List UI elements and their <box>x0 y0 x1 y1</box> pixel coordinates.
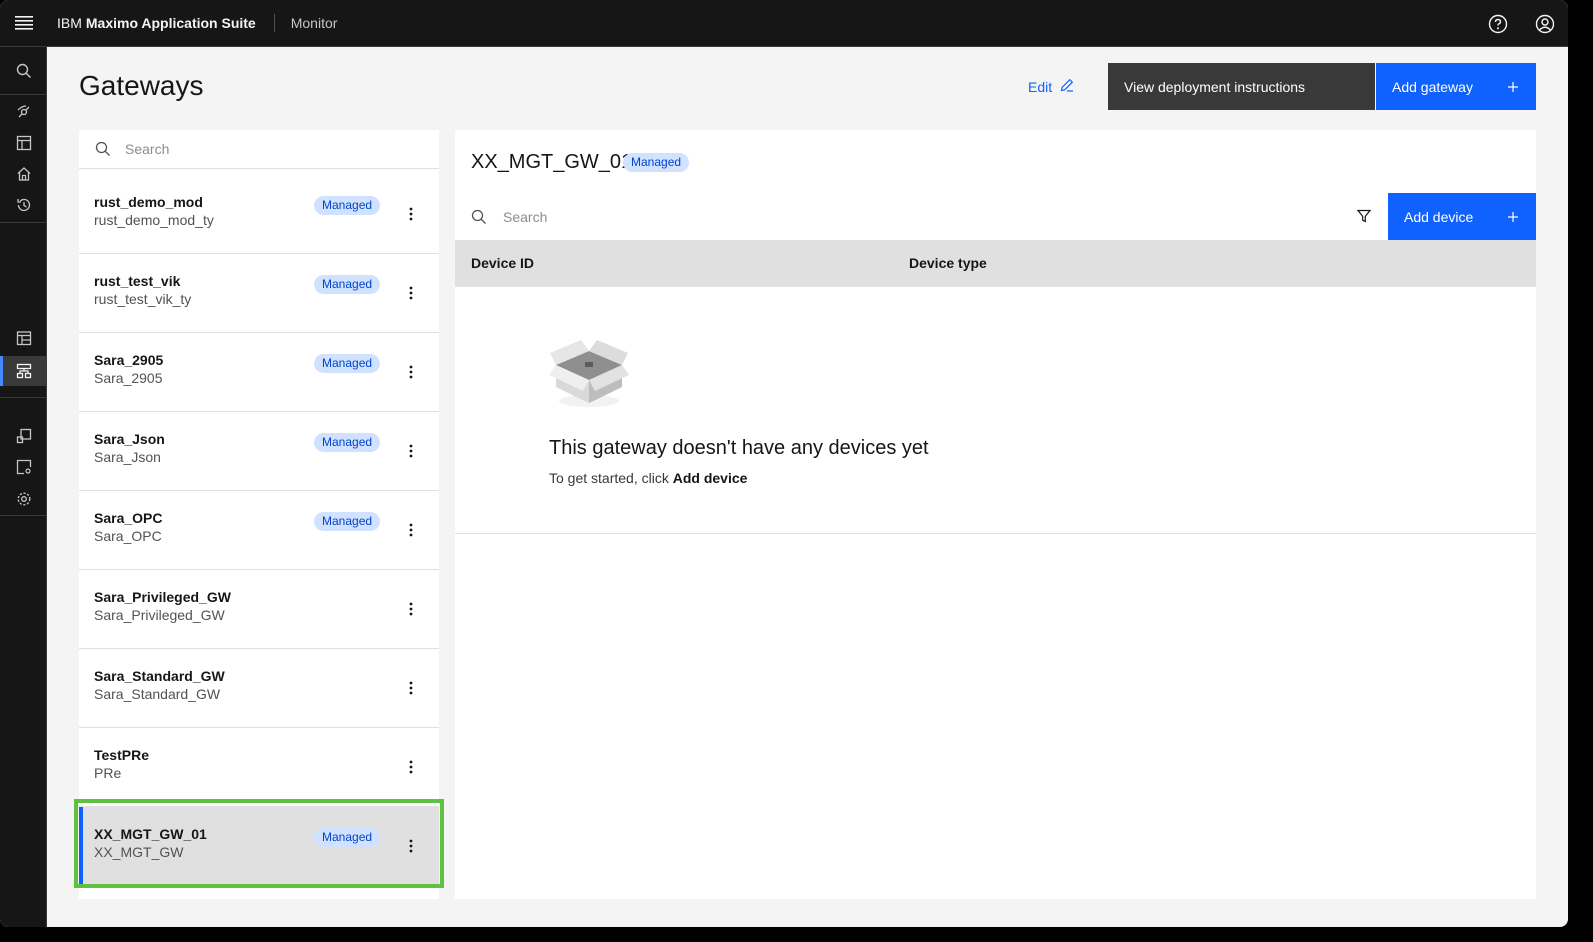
gateway-list-item[interactable]: rust_demo_mod rust_demo_mod_ty Managed <box>79 175 439 254</box>
page-title: Gateways <box>79 70 204 101</box>
gateway-detail-title: XX_MGT_GW_01 <box>471 151 633 173</box>
help-icon[interactable] <box>1474 0 1521 47</box>
gateway-type: Sara_2905 <box>94 370 163 386</box>
top-header: IBM Maximo Application Suite Monitor <box>0 0 1568 47</box>
gateway-type: XX_MGT_GW <box>94 844 184 860</box>
overflow-menu-icon[interactable] <box>401 281 421 305</box>
column-header-device-type[interactable]: Device type <box>909 255 987 271</box>
overflow-menu-icon[interactable] <box>401 202 421 226</box>
view-deployment-instructions-button[interactable]: View deployment instructions <box>1108 63 1375 110</box>
gateway-type: Sara_OPC <box>94 528 162 544</box>
add-gateway-button[interactable]: Add gateway <box>1376 63 1536 110</box>
gateway-type: Sara_Standard_GW <box>94 686 221 702</box>
brand-prefix: IBM <box>57 15 82 31</box>
search-icon[interactable] <box>0 56 47 86</box>
device-search <box>455 193 1388 240</box>
product-name[interactable]: IBM Maximo Application Suite <box>57 15 256 31</box>
dashboard-icon[interactable] <box>0 128 47 158</box>
gateway-list-panel: rust_demo_mod rust_demo_mod_ty Managed rust… <box>79 130 439 899</box>
filter-icon[interactable] <box>1352 204 1376 228</box>
settings-document-icon[interactable] <box>0 452 47 482</box>
gateway-name: XX_MGT_GW_01 <box>94 826 207 842</box>
header-actions <box>1474 0 1568 47</box>
overflow-menu-icon[interactable] <box>401 360 421 384</box>
overflow-menu-icon[interactable] <box>401 518 421 542</box>
gateway-type: PRe <box>94 765 122 781</box>
gateway-detail-panel: XX_MGT_GW_01 Managed Add device Device I… <box>455 130 1536 899</box>
history-icon[interactable] <box>0 190 47 220</box>
nav-divider <box>0 222 47 223</box>
nav-divider <box>0 397 47 398</box>
gateway-list-item[interactable]: Sara_2905 Sara_2905 Managed <box>79 333 439 412</box>
pencil-icon <box>1060 78 1074 95</box>
header-divider <box>273 14 275 32</box>
gateway-type: rust_test_vik_ty <box>94 291 192 307</box>
menu-icon[interactable] <box>0 0 47 47</box>
search-icon <box>471 209 487 225</box>
search-icon <box>95 141 111 157</box>
gateway-name: rust_test_vik <box>94 273 181 289</box>
gear-icon[interactable] <box>0 484 47 514</box>
gateway-list-item[interactable]: Sara_Standard_GW Sara_Standard_GW <box>79 649 439 728</box>
add-device-button[interactable]: Add device <box>1388 193 1536 240</box>
app-window: IBM Maximo Application Suite Monitor Gat… <box>0 0 1568 927</box>
gateway-list-item[interactable]: Sara_OPC Sara_OPC Managed <box>79 491 439 570</box>
gateway-icon[interactable] <box>0 356 47 386</box>
gateway-name: TestPRe <box>94 747 149 763</box>
gateway-type: rust_demo_mod_ty <box>94 212 214 228</box>
user-avatar-icon[interactable] <box>1521 0 1568 47</box>
gateway-type: Sara_Json <box>94 449 161 465</box>
gateway-list-item[interactable]: Sara_Json Sara_Json Managed <box>79 412 439 491</box>
gateway-list-item[interactable]: XX_MGT_GW_01 XX_MGT_GW Managed <box>79 807 439 886</box>
empty-state-description: To get started, click Add device <box>549 470 747 486</box>
gateway-list-item[interactable]: rust_test_vik rust_test_vik_ty Managed <box>79 254 439 333</box>
device-search-input[interactable] <box>503 208 723 225</box>
nav-divider <box>0 515 47 516</box>
overflow-menu-icon[interactable] <box>401 597 421 621</box>
empty-state-title: This gateway doesn't have any devices ye… <box>549 437 929 459</box>
managed-tag: Managed <box>314 433 381 452</box>
gateway-list-item[interactable]: TestPRe PRe <box>79 728 439 807</box>
gateway-name: Sara_Standard_GW <box>94 668 225 684</box>
empty-state: This gateway doesn't have any devices ye… <box>455 287 1536 534</box>
home-icon[interactable] <box>0 159 47 189</box>
module-name: Monitor <box>290 15 338 31</box>
gateway-name: Sara_Json <box>94 431 165 447</box>
gateway-search-input[interactable] <box>125 141 345 157</box>
add-device-label: Add device <box>1404 208 1474 225</box>
overflow-menu-icon[interactable] <box>401 834 421 858</box>
managed-tag: Managed <box>314 275 381 294</box>
add-gateway-label: Add gateway <box>1392 78 1473 95</box>
calendar-icon[interactable] <box>0 323 47 353</box>
satellite-icon[interactable] <box>0 97 47 127</box>
edit-button[interactable]: Edit <box>1028 78 1074 95</box>
gateway-list-item[interactable]: Sara_Privileged_GW Sara_Privileged_GW <box>79 570 439 649</box>
managed-tag: Managed <box>623 153 690 172</box>
managed-tag: Managed <box>314 196 381 215</box>
managed-tag: Managed <box>314 828 381 847</box>
edit-label: Edit <box>1028 78 1053 95</box>
gateway-name: Sara_OPC <box>94 510 163 526</box>
overflow-menu-icon[interactable] <box>401 755 421 779</box>
column-header-device-id[interactable]: Device ID <box>471 255 534 271</box>
overflow-menu-icon[interactable] <box>401 439 421 463</box>
plus-icon <box>1508 209 1518 225</box>
overflow-menu-icon[interactable] <box>401 676 421 700</box>
gateway-search <box>79 130 439 169</box>
empty-state-action: Add device <box>672 470 748 486</box>
gateway-name: Sara_2905 <box>94 352 164 368</box>
nav-divider <box>0 94 47 95</box>
device-icon[interactable] <box>0 421 47 451</box>
gateway-name: rust_demo_mod <box>94 194 203 210</box>
gateway-type: Sara_Privileged_GW <box>94 607 225 623</box>
managed-tag: Managed <box>314 512 381 531</box>
side-nav <box>0 47 47 927</box>
device-table-header: Device ID Device type <box>455 240 1536 287</box>
managed-tag: Managed <box>314 354 381 373</box>
plus-icon <box>1508 79 1518 95</box>
empty-state-prefix: To get started, click <box>549 470 669 486</box>
gateway-name: Sara_Privileged_GW <box>94 589 231 605</box>
empty-box-icon <box>548 335 630 416</box>
brand-name: Maximo Application Suite <box>85 15 256 31</box>
